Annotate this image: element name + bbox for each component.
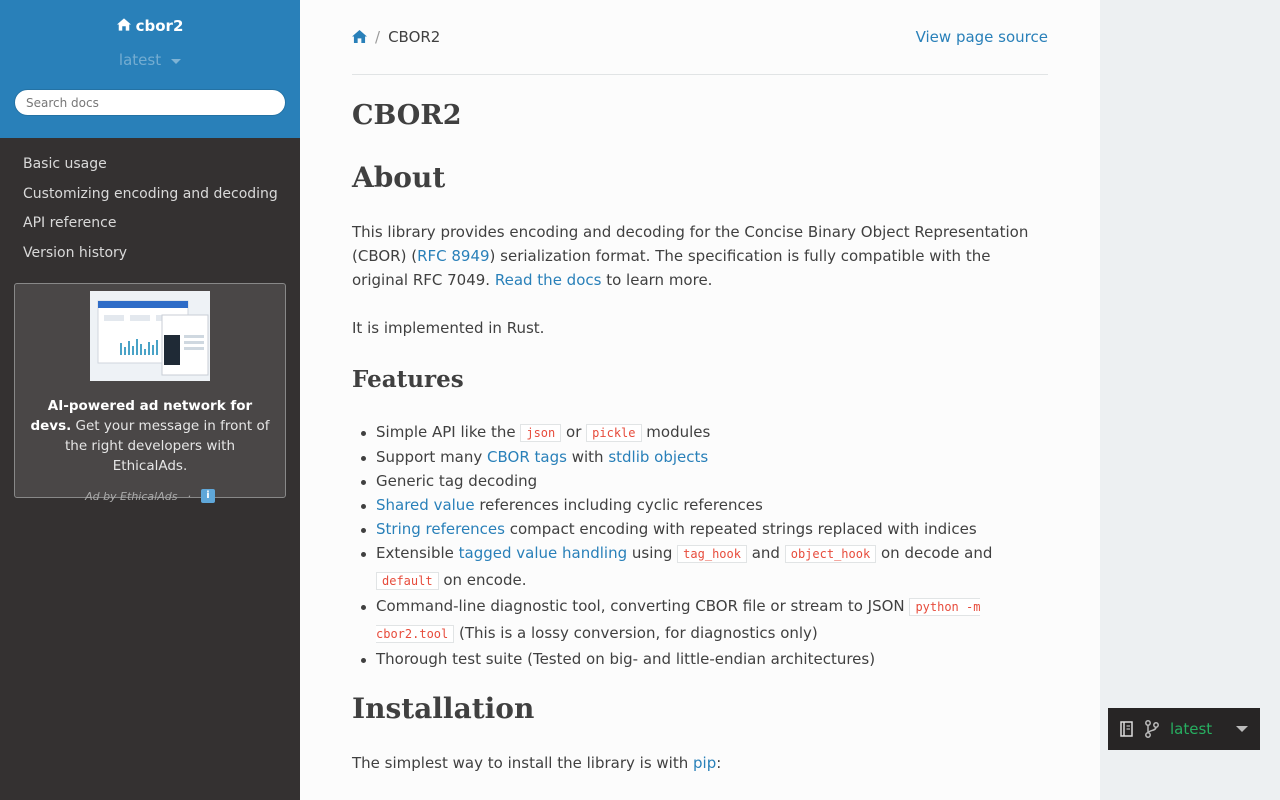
- chevron-down-icon: [171, 58, 182, 64]
- install-text: The simplest way to install the library …: [352, 754, 693, 772]
- sidebar-item-version-history[interactable]: Version history: [0, 241, 300, 271]
- list-item: Extensible tagged value handling using t…: [352, 541, 1048, 594]
- stdlib-objects-link[interactable]: stdlib objects: [608, 448, 708, 466]
- feature-text: compact encoding with repeated strings r…: [504, 520, 977, 538]
- git-branch-icon: [1144, 720, 1160, 738]
- installation-heading: Installation: [352, 692, 535, 725]
- cbor-tags-link[interactable]: CBOR tags: [487, 448, 567, 466]
- list-item: Support many CBOR tags with stdlib objec…: [352, 445, 1048, 469]
- feature-text: or: [561, 423, 587, 441]
- features-list: Simple API like the json or pickle modul…: [352, 420, 1048, 671]
- list-item: Generic tag decoding: [352, 469, 1048, 493]
- read-the-docs-link[interactable]: Read the docs: [495, 271, 602, 289]
- rust-paragraph: It is implemented in Rust.: [352, 319, 545, 337]
- list-item: Simple API like the json or pickle modul…: [352, 420, 1048, 445]
- version-flyout[interactable]: latest: [1108, 708, 1260, 750]
- about-heading: About: [352, 161, 446, 194]
- list-item: String references compact encoding with …: [352, 517, 1048, 541]
- ad-by-label[interactable]: Ad by EthicalAds: [85, 490, 177, 503]
- feature-text: references including cyclic references: [474, 496, 763, 514]
- ethicalads-ad[interactable]: AI-powered ad network for devs. Get your…: [14, 283, 286, 503]
- breadcrumb: / CBOR2 View page source: [352, 0, 1048, 75]
- code-json: json: [520, 424, 562, 442]
- main-content: / CBOR2 View page source CBOR2 About Thi…: [300, 0, 1100, 800]
- version-select[interactable]: latest: [0, 51, 300, 69]
- sidebar-item-api-reference[interactable]: API reference: [0, 211, 300, 241]
- feature-text: Support many: [376, 448, 488, 466]
- search-input[interactable]: [14, 89, 286, 116]
- feature-text: on encode.: [438, 570, 527, 589]
- install-paragraph: The simplest way to install the library …: [352, 751, 1048, 775]
- rfc-8949-link[interactable]: RFC 8949: [417, 247, 489, 265]
- ad-image[interactable]: [90, 291, 210, 381]
- sidebar-item-basic-usage[interactable]: Basic usage: [0, 152, 300, 182]
- ad-attribution: Ad by EthicalAds · i: [15, 489, 285, 503]
- string-references-link[interactable]: String references: [376, 520, 505, 538]
- feature-text: modules: [641, 423, 711, 441]
- code-object-hook: object_hook: [784, 545, 877, 563]
- feature-text: on decode and: [876, 544, 993, 562]
- feature-text: and: [746, 544, 785, 562]
- list-item: Thorough test suite (Tested on big- and …: [352, 647, 1048, 671]
- flyout-version: latest: [1170, 720, 1213, 738]
- feature-text: Extensible: [376, 544, 459, 562]
- feature-text: using: [627, 544, 678, 562]
- page-title: CBOR2: [352, 100, 462, 131]
- sidebar-item-customizing[interactable]: Customizing encoding and decoding: [0, 182, 300, 212]
- version-label: latest: [118, 51, 162, 69]
- ad-dot: ·: [187, 489, 191, 503]
- feature-text: Command-line diagnostic tool, converting…: [376, 597, 910, 615]
- project-home-link[interactable]: cbor2: [116, 17, 184, 35]
- feature-text: with: [566, 448, 609, 466]
- view-page-source-link[interactable]: View page source: [916, 28, 1048, 46]
- code-default: default: [376, 571, 439, 590]
- feature-text: Simple API like the: [376, 423, 521, 441]
- breadcrumb-current: CBOR2: [388, 27, 441, 46]
- sidebar: cbor2 latest Basic usage Customizing enc…: [0, 0, 300, 800]
- list-item: Command-line diagnostic tool, converting…: [352, 594, 1048, 647]
- ad-body: Get your message in front of the right d…: [64, 418, 270, 474]
- install-text: :: [716, 754, 722, 772]
- book-icon: [1120, 721, 1134, 737]
- chevron-down-icon: [1236, 726, 1248, 732]
- home-icon: [116, 17, 131, 35]
- ad-text[interactable]: AI-powered ad network for devs. Get your…: [27, 396, 273, 476]
- document: / CBOR2 View page source CBOR2 About Thi…: [352, 0, 1048, 772]
- tagged-value-handling-link[interactable]: tagged value handling: [459, 544, 627, 562]
- code-pickle: pickle: [586, 424, 642, 442]
- sidebar-nav: Basic usage Customizing encoding and dec…: [0, 152, 300, 271]
- feature-text: (This is a lossy conversion, for diagnos…: [454, 623, 818, 642]
- list-item: Shared value references including cyclic…: [352, 493, 1048, 517]
- about-text-3: to learn more.: [601, 271, 713, 289]
- info-icon[interactable]: i: [200, 489, 215, 503]
- project-name: cbor2: [135, 17, 184, 35]
- pip-link[interactable]: pip: [693, 754, 716, 772]
- sidebar-header: cbor2 latest: [0, 0, 300, 138]
- right-gutter: [1100, 0, 1280, 800]
- code-tag-hook: tag_hook: [677, 545, 747, 563]
- features-heading: Features: [352, 366, 464, 393]
- shared-value-link[interactable]: Shared value: [376, 496, 475, 514]
- about-paragraph: This library provides encoding and decod…: [352, 220, 1048, 292]
- home-icon[interactable]: [352, 30, 367, 43]
- breadcrumb-separator: /: [375, 27, 381, 46]
